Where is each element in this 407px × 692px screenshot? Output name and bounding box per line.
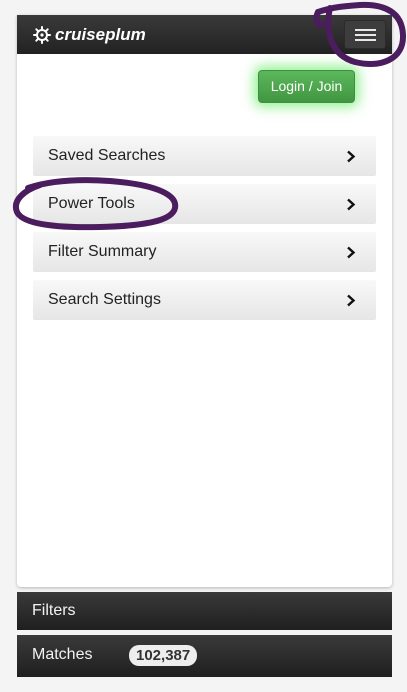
menu-item-search-settings[interactable]: Search Settings bbox=[33, 280, 376, 320]
hamburger-menu-button[interactable] bbox=[344, 20, 386, 49]
hamburger-menu-icon bbox=[355, 29, 376, 31]
menu-item-label: Saved Searches bbox=[48, 147, 166, 164]
chevron-right-icon bbox=[347, 198, 356, 211]
filters-label: Filters bbox=[32, 602, 76, 619]
brand-name: cruiseplum bbox=[55, 25, 146, 44]
chevron-right-icon bbox=[347, 246, 356, 259]
chevron-right-icon bbox=[347, 294, 356, 307]
ship-wheel-icon bbox=[33, 26, 51, 44]
matches-bar[interactable]: Matches 102,387 bbox=[17, 635, 392, 677]
hamburger-menu-icon bbox=[355, 39, 376, 41]
menu-item-label: Power Tools bbox=[48, 195, 135, 212]
top-navbar: cruiseplum bbox=[17, 15, 392, 54]
chevron-right-icon bbox=[347, 150, 356, 163]
menu-item-label: Filter Summary bbox=[48, 243, 157, 260]
menu-item-power-tools[interactable]: Power Tools bbox=[33, 184, 376, 224]
menu-item-filter-summary[interactable]: Filter Summary bbox=[33, 232, 376, 272]
hamburger-menu-icon bbox=[355, 34, 376, 36]
matches-count-badge: 102,387 bbox=[129, 645, 198, 666]
filters-bar[interactable]: Filters bbox=[17, 592, 392, 630]
menu-item-label: Search Settings bbox=[48, 291, 161, 308]
matches-label: Matches bbox=[32, 646, 93, 663]
login-join-button[interactable]: Login / Join bbox=[258, 70, 355, 103]
app-panel: cruiseplum Login / Join Saved Searches P… bbox=[17, 15, 392, 587]
menu-item-saved-searches[interactable]: Saved Searches bbox=[33, 136, 376, 176]
brand-logo[interactable]: cruiseplum bbox=[33, 24, 146, 46]
